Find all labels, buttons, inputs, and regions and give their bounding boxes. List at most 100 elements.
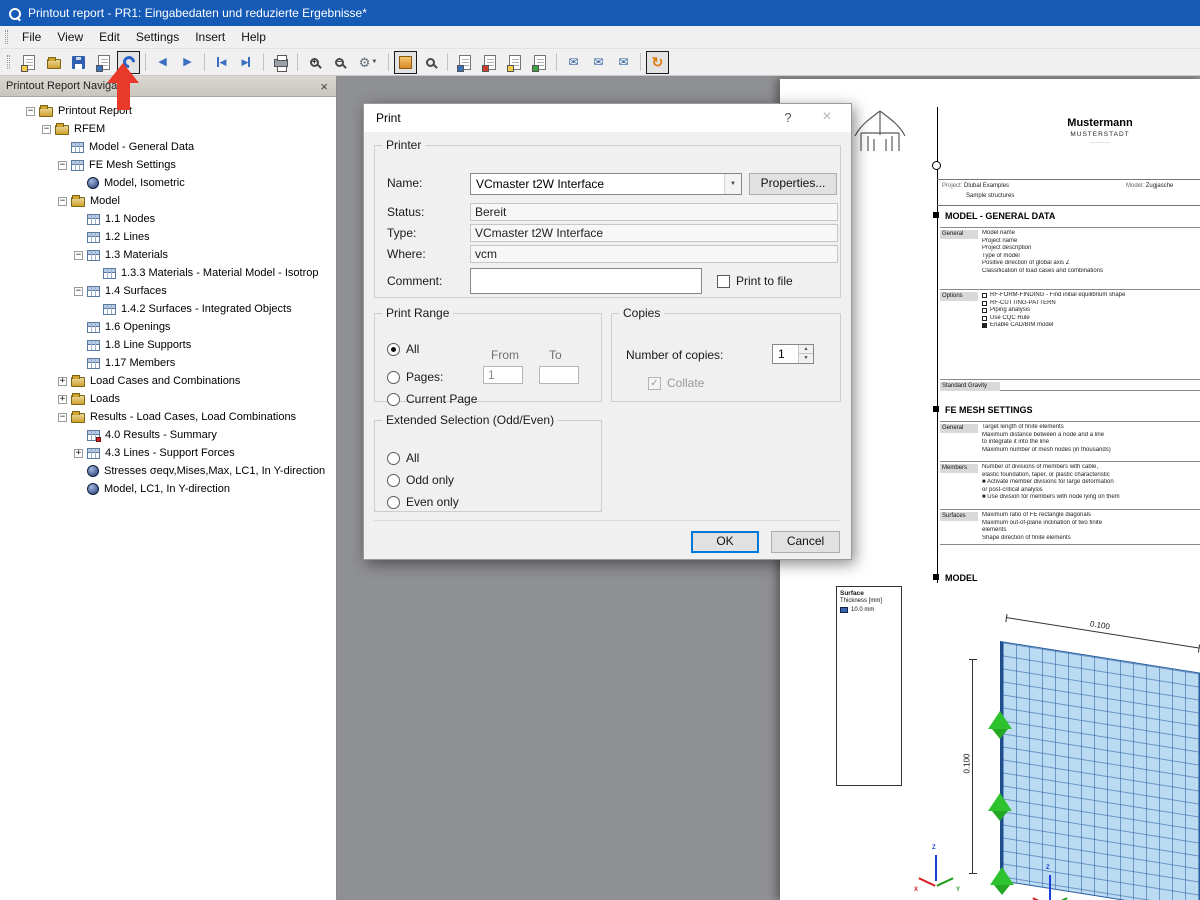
collapse-toggle[interactable]: −	[74, 287, 83, 296]
tree-item-loads[interactable]: +Loads	[0, 390, 336, 408]
close-icon[interactable]: ×	[819, 108, 835, 126]
tree-item-model-general-data[interactable]: Model - General Data	[0, 138, 336, 156]
tree-item-materials[interactable]: −1.3 Materials	[0, 246, 336, 264]
save-icon	[72, 56, 85, 69]
tree-item-surfaces[interactable]: −1.4 Surfaces	[0, 282, 336, 300]
collate-checkbox[interactable]: ✓ Collate	[648, 376, 704, 390]
tree-item-results[interactable]: −Results - Load Cases, Load Combinations	[0, 408, 336, 426]
doc-line: Maximum distance between a node and a li…	[982, 432, 1198, 440]
menu-help[interactable]: Help	[233, 27, 274, 47]
new-report-button[interactable]	[17, 51, 40, 74]
tree-item-fe-mesh-settings[interactable]: − FE Mesh Settings	[0, 156, 336, 174]
close-icon[interactable]: ×	[318, 79, 330, 94]
export-rtf-button[interactable]	[478, 51, 501, 74]
folder-icon	[55, 125, 69, 135]
tree-label: FE Mesh Settings	[89, 159, 176, 171]
dialog-titlebar[interactable]: Print	[364, 104, 851, 132]
zoom-in-button[interactable]	[303, 51, 326, 74]
tree-item-line-supports[interactable]: 1.8 Line Supports	[0, 336, 336, 354]
collapse-toggle[interactable]: −	[26, 107, 35, 116]
view-settings-dropdown[interactable]: ⚙▼	[353, 51, 383, 74]
toolbar-separator	[297, 53, 298, 71]
tree-item-surfaces-integrated[interactable]: 1.4.2 Surfaces - Integrated Objects	[0, 300, 336, 318]
toolbar: ◀ ▶ ◀ ▶ ⚙▼ ✉ ✉ ✉ ↻	[0, 49, 1200, 76]
menu-insert[interactable]: Insert	[187, 27, 233, 47]
pages-to-input[interactable]	[539, 366, 579, 384]
first-page-button[interactable]: ◀	[210, 51, 233, 74]
where-value: vcm	[470, 245, 838, 263]
menu-file[interactable]: File	[14, 27, 49, 47]
printer-name-select[interactable]: VCmaster t2W Interface ▼	[470, 173, 742, 195]
print-to-file-checkbox[interactable]: Print to file	[717, 274, 793, 288]
comment-input[interactable]	[470, 268, 702, 294]
row-label: Surfaces	[940, 512, 978, 521]
expand-toggle[interactable]: +	[58, 377, 67, 386]
collapse-toggle[interactable]: −	[74, 251, 83, 260]
menu-settings[interactable]: Settings	[128, 27, 187, 47]
tree-item-materials-isotropic[interactable]: 1.3.3 Materials - Material Model - Isotr…	[0, 264, 336, 282]
back-button[interactable]: ◀	[151, 51, 174, 74]
export-html-button[interactable]	[528, 51, 551, 74]
edit-mode-button[interactable]	[394, 51, 417, 74]
tree-item-printout-report[interactable]: −Printout Report	[0, 102, 336, 120]
search-button[interactable]	[419, 51, 442, 74]
refresh-button[interactable]: ↻	[646, 51, 669, 74]
tree-item-nodes[interactable]: 1.1 Nodes	[0, 210, 336, 228]
tree-label: Model - General Data	[89, 141, 194, 153]
navigator-panel: Printout Report Navigator × −Printout Re…	[0, 76, 337, 900]
send-mail-2-button[interactable]: ✉	[587, 51, 610, 74]
export-word-button[interactable]	[453, 51, 476, 74]
send-mail-button[interactable]: ✉	[562, 51, 585, 74]
dimension-line-top: 0.100	[1006, 617, 1200, 649]
menu-view[interactable]: View	[49, 27, 91, 47]
doc-line: Use CQC Rule	[982, 315, 1198, 323]
last-page-button[interactable]: ▶	[235, 51, 258, 74]
export-pdf-button[interactable]	[503, 51, 526, 74]
copies-stepper[interactable]: 1 ▲ ▼	[772, 344, 814, 364]
tree-item-stresses[interactable]: Stresses σeqv,Mises,Max, LC1, In Y-direc…	[0, 462, 336, 480]
doc-line: Target length of finite elements	[982, 424, 1198, 432]
extended-odd-radio[interactable]: Odd only	[387, 473, 454, 487]
collapse-toggle[interactable]: −	[58, 197, 67, 206]
range-current-page-radio[interactable]: Current Page	[387, 392, 477, 406]
doc-line: Positive direction of global axis Z	[982, 260, 1198, 268]
save-button[interactable]	[67, 51, 90, 74]
tree-item-results-summary[interactable]: 4.0 Results - Summary	[0, 426, 336, 444]
range-pages-radio[interactable]: Pages:	[387, 370, 443, 384]
tree-item-lines-support-forces[interactable]: +4.3 Lines - Support Forces	[0, 444, 336, 462]
printer-setup-button[interactable]	[269, 51, 292, 74]
forward-button[interactable]: ▶	[176, 51, 199, 74]
tree-item-openings[interactable]: 1.6 Openings	[0, 318, 336, 336]
menu-edit[interactable]: Edit	[91, 27, 128, 47]
tree-item-rfem[interactable]: −RFEM	[0, 120, 336, 138]
stepper-up-icon[interactable]: ▲	[798, 345, 813, 354]
properties-button[interactable]: Properties...	[749, 173, 837, 195]
tree-item-model[interactable]: −Model	[0, 192, 336, 210]
expand-toggle[interactable]: +	[58, 395, 67, 404]
collapse-toggle[interactable]: −	[58, 413, 67, 422]
range-all-radio[interactable]: All	[387, 342, 419, 356]
zoom-out-button[interactable]	[328, 51, 351, 74]
tree-item-lines[interactable]: 1.2 Lines	[0, 228, 336, 246]
tree-item-load-cases[interactable]: +Load Cases and Combinations	[0, 372, 336, 390]
tree-item-members[interactable]: 1.17 Members	[0, 354, 336, 372]
extended-even-radio[interactable]: Even only	[387, 495, 459, 509]
dimension-label: 0.100	[963, 753, 972, 773]
tree-item-model-lc1[interactable]: Model, LC1, In Y-direction	[0, 480, 336, 498]
pages-from-input[interactable]: 1	[483, 366, 523, 384]
stepper-down-icon[interactable]: ▼	[798, 354, 813, 363]
collapse-toggle[interactable]: −	[58, 161, 67, 170]
copies-value: 1	[778, 347, 785, 361]
tree-item-model-isometric[interactable]: Model, Isometric	[0, 174, 336, 192]
cancel-button[interactable]: Cancel	[771, 531, 840, 553]
doc-line: RF-FORM-FINDING - Find initial equilibri…	[982, 292, 1198, 300]
collapse-toggle[interactable]: −	[42, 125, 51, 134]
open-button[interactable]	[42, 51, 65, 74]
expand-toggle[interactable]: +	[74, 449, 83, 458]
send-mail-3-button[interactable]: ✉	[612, 51, 635, 74]
ok-button[interactable]: OK	[691, 531, 759, 553]
option-text: RF-CUTTING-PATTERN	[990, 300, 1056, 308]
help-icon[interactable]: ?	[781, 110, 795, 125]
chevron-down-icon[interactable]: ▼	[724, 174, 741, 194]
extended-all-radio[interactable]: All	[387, 451, 419, 465]
